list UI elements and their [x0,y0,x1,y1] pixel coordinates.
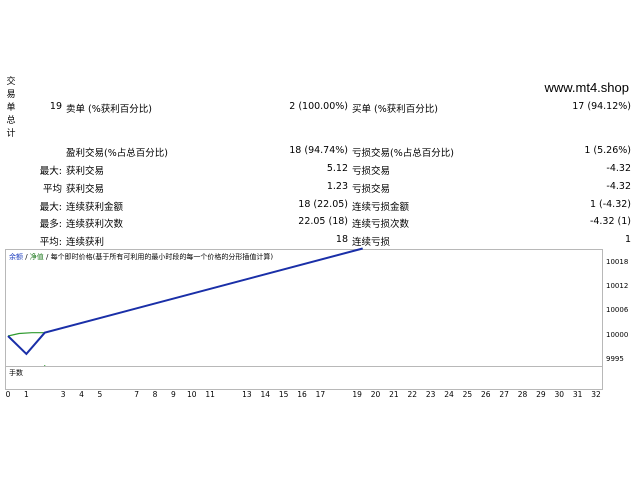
x-tick-label: 11 [205,390,215,399]
x-tick-label: 29 [536,390,546,399]
x-tick-label: 32 [591,390,601,399]
volume-panel: 手数 [5,366,603,390]
x-tick-label: 1 [23,390,29,399]
x-tick-label: 7 [134,390,140,399]
x-tick-label: 23 [425,390,436,399]
x-tick-label: 22 [407,390,418,399]
x-tick-label: 13 [242,390,252,399]
x-tick-label: 31 [572,390,583,399]
x-tick-label: 9 [170,390,176,399]
x-tick-label: 26 [480,390,491,399]
y-tick-label: 10000 [606,331,629,339]
x-tick-label: 3 [60,390,66,399]
balance-line [7,247,363,356]
x-tick-label: 20 [370,390,381,399]
x-tick-label: 5 [97,390,103,399]
x-tick-label: 30 [554,390,565,399]
y-tick-label: 9995 [606,355,624,363]
x-tick-label: 24 [444,390,454,399]
y-tick-label: 10006 [606,306,629,314]
y-tick-label: 10018 [606,258,629,266]
chart-plot-layer [7,247,363,387]
x-tick-label: 16 [297,390,307,399]
x-tick-label: 14 [260,390,271,399]
volume-label: 手数 [9,369,23,377]
x-tick-label: 10 [186,390,197,399]
x-tick-label: 0 [5,390,11,399]
x-tick-label: 4 [79,390,84,399]
y-tick-label: 10012 [606,282,629,290]
x-tick-label: 21 [389,390,399,399]
x-tick-label: 8 [152,390,158,399]
x-tick-label: 28 [517,390,528,399]
x-tick-label: 19 [352,390,362,399]
x-tick-label: 15 [278,390,289,399]
x-tick-label: 17 [315,390,326,399]
x-tick-label: 25 [462,390,473,399]
x-tick-label: 27 [499,390,509,399]
